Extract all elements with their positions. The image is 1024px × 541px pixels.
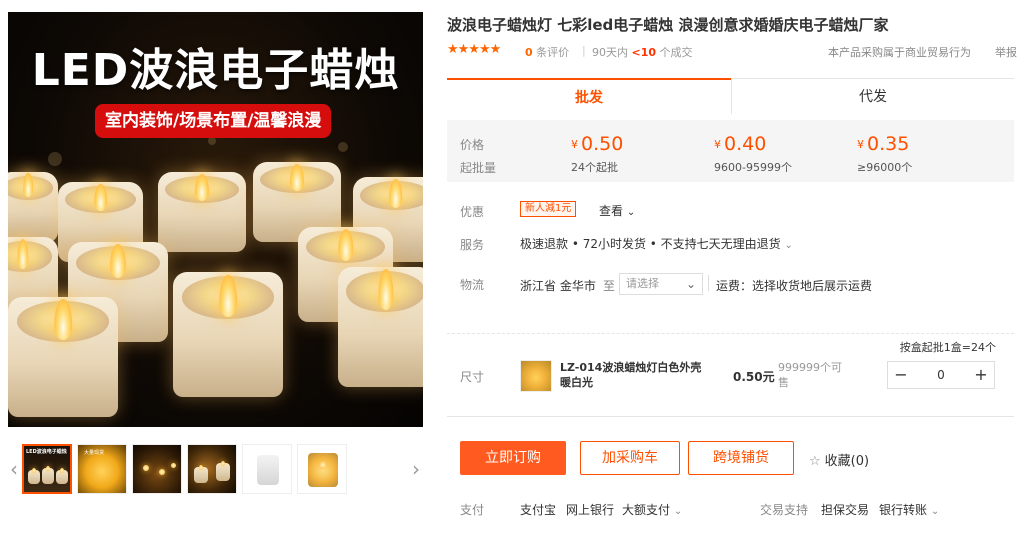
payment-method-online-bank: 网上银行 <box>566 503 615 517</box>
payment-method-large[interactable]: 大额支付 ⌄ <box>622 501 682 518</box>
bokeh-light <box>338 142 348 152</box>
chevron-down-icon: ⌄ <box>673 506 683 517</box>
price-tier-1: ¥0.50 <box>571 133 624 155</box>
rating-stars-icon: ★★★★★ <box>447 42 501 57</box>
image-title: LED波浪电子蜡烛 <box>31 45 400 96</box>
trade-notice: 本产品采购属于商业贸易行为 <box>828 46 971 59</box>
thumbnail-2[interactable]: 大量现货 <box>77 444 127 494</box>
cross-border-button[interactable]: 跨境铺货 <box>688 441 794 475</box>
rating-divider: | <box>582 44 586 57</box>
quantity-input[interactable]: 0 <box>914 362 968 388</box>
thumbnail-1-text: LED波浪电子蜡烛 <box>26 449 67 455</box>
candle <box>8 297 118 417</box>
thumbnail-1[interactable]: LED波浪电子蜡烛 <box>22 444 72 494</box>
trade-support-label: 交易支持 <box>760 503 809 517</box>
decrease-quantity-button[interactable]: − <box>888 362 914 388</box>
price-tier-3: ¥0.35 <box>857 133 910 155</box>
logistics-label: 物流 <box>460 278 485 292</box>
chevron-down-icon: ⌄ <box>626 207 636 218</box>
price-label: 价格 <box>460 138 485 152</box>
purchase-mode-tabs: 批发 代发 <box>447 78 1014 114</box>
candle <box>173 272 283 397</box>
batch-note: 按盒起批1盒=24个 <box>899 341 996 354</box>
payment-method-alipay: 支付宝 <box>520 503 557 517</box>
candle <box>338 267 423 387</box>
price-tier-2: ¥0.40 <box>714 133 767 155</box>
thumbnail-4[interactable] <box>187 444 237 494</box>
sku-name: LZ-014波浪蜡烛灯白色外壳暖白光 <box>560 361 702 389</box>
service-label: 服务 <box>460 238 485 252</box>
sku-stock: 999999个可售 <box>778 361 842 389</box>
price-panel: 价格 起批量 ¥0.50 24个起批 ¥0.40 9600-95999个 ¥0.… <box>447 120 1014 182</box>
bokeh-light <box>208 137 216 145</box>
thumb-next-arrow[interactable]: › <box>410 458 422 480</box>
moq-label: 起批量 <box>460 161 497 175</box>
size-label: 尺寸 <box>460 370 485 384</box>
product-title: 波浪电子蜡烛灯 七彩led电子蜡烛 浪漫创意求婚婚庆电子蜡烛厂家 <box>447 16 889 34</box>
thumb-prev-arrow[interactable]: ‹ <box>8 458 20 480</box>
ship-to-text: 至 <box>603 279 616 293</box>
report-link[interactable]: 举报 <box>995 44 1017 60</box>
service-terms[interactable]: 极速退款 • 72小时发货 • 不支持七天无理由退货 ⌄ <box>520 235 793 252</box>
add-to-cart-button[interactable]: 加采购车 <box>580 441 680 475</box>
candle <box>8 172 58 242</box>
increase-quantity-button[interactable]: + <box>968 362 994 388</box>
rating-row: ★★★★★ 0 条评价 | 90天内 <10 个成交 本产品采购属于商业贸易行为… <box>447 42 1017 60</box>
thumbnail-6[interactable] <box>297 444 347 494</box>
promo-badge[interactable]: 新人減1元 <box>520 201 577 217</box>
divider <box>447 416 1014 417</box>
payment-label: 支付 <box>460 503 485 517</box>
trade-method-bank-transfer[interactable]: 银行转账 ⌄ <box>879 501 939 518</box>
main-product-image[interactable]: LED波浪电子蜡烛 室内装饰/场景布置/温馨浪漫 <box>8 12 423 427</box>
qty-tier-1: 24个起批 <box>571 161 618 174</box>
candle <box>158 172 246 252</box>
buy-now-button[interactable]: 立即订购 <box>460 441 566 475</box>
promo-view-link[interactable]: 查看 ⌄ <box>599 202 635 219</box>
shipping-fee-note: 运费：选择收货地后展示运费 <box>716 279 873 293</box>
qty-tier-2: 9600-95999个 <box>714 161 792 174</box>
ship-from-location: 浙江省 金华市 <box>520 279 596 293</box>
review-count[interactable]: 0 条评价 <box>525 44 569 60</box>
qty-tier-3: ≥96000个 <box>857 161 913 174</box>
image-tagline: 室内装饰/场景布置/温馨浪漫 <box>95 104 332 138</box>
destination-select[interactable]: 请选择 ⌄ <box>619 273 703 295</box>
chevron-down-icon: ⌄ <box>784 240 793 251</box>
chevron-down-icon: ⌄ <box>685 277 696 291</box>
trade-method-escrow: 担保交易 <box>821 503 870 517</box>
divider <box>447 333 1014 334</box>
bokeh-light <box>48 152 62 166</box>
chevron-down-icon: ⌄ <box>930 506 940 517</box>
tab-wholesale[interactable]: 批发 <box>447 78 731 114</box>
quantity-stepper: − 0 + <box>887 361 995 389</box>
favorite-button[interactable]: ☆ 收藏(0) <box>809 450 869 469</box>
star-icon: ☆ <box>809 454 821 469</box>
thumbnail-2-text: 大量现货 <box>84 450 105 456</box>
sku-price: 0.50元 <box>733 370 775 384</box>
thumbnail-5[interactable] <box>242 444 292 494</box>
tab-dropship[interactable]: 代发 <box>731 78 1014 114</box>
sold-count: 90天内 <10 个成交 <box>592 46 693 59</box>
divider <box>708 275 709 291</box>
sku-thumbnail[interactable] <box>520 360 552 392</box>
thumbnail-3[interactable] <box>132 444 182 494</box>
thumbnail-strip: ‹ LED波浪电子蜡烛 大量现货 › <box>8 442 423 494</box>
promo-label: 优惠 <box>460 205 485 219</box>
